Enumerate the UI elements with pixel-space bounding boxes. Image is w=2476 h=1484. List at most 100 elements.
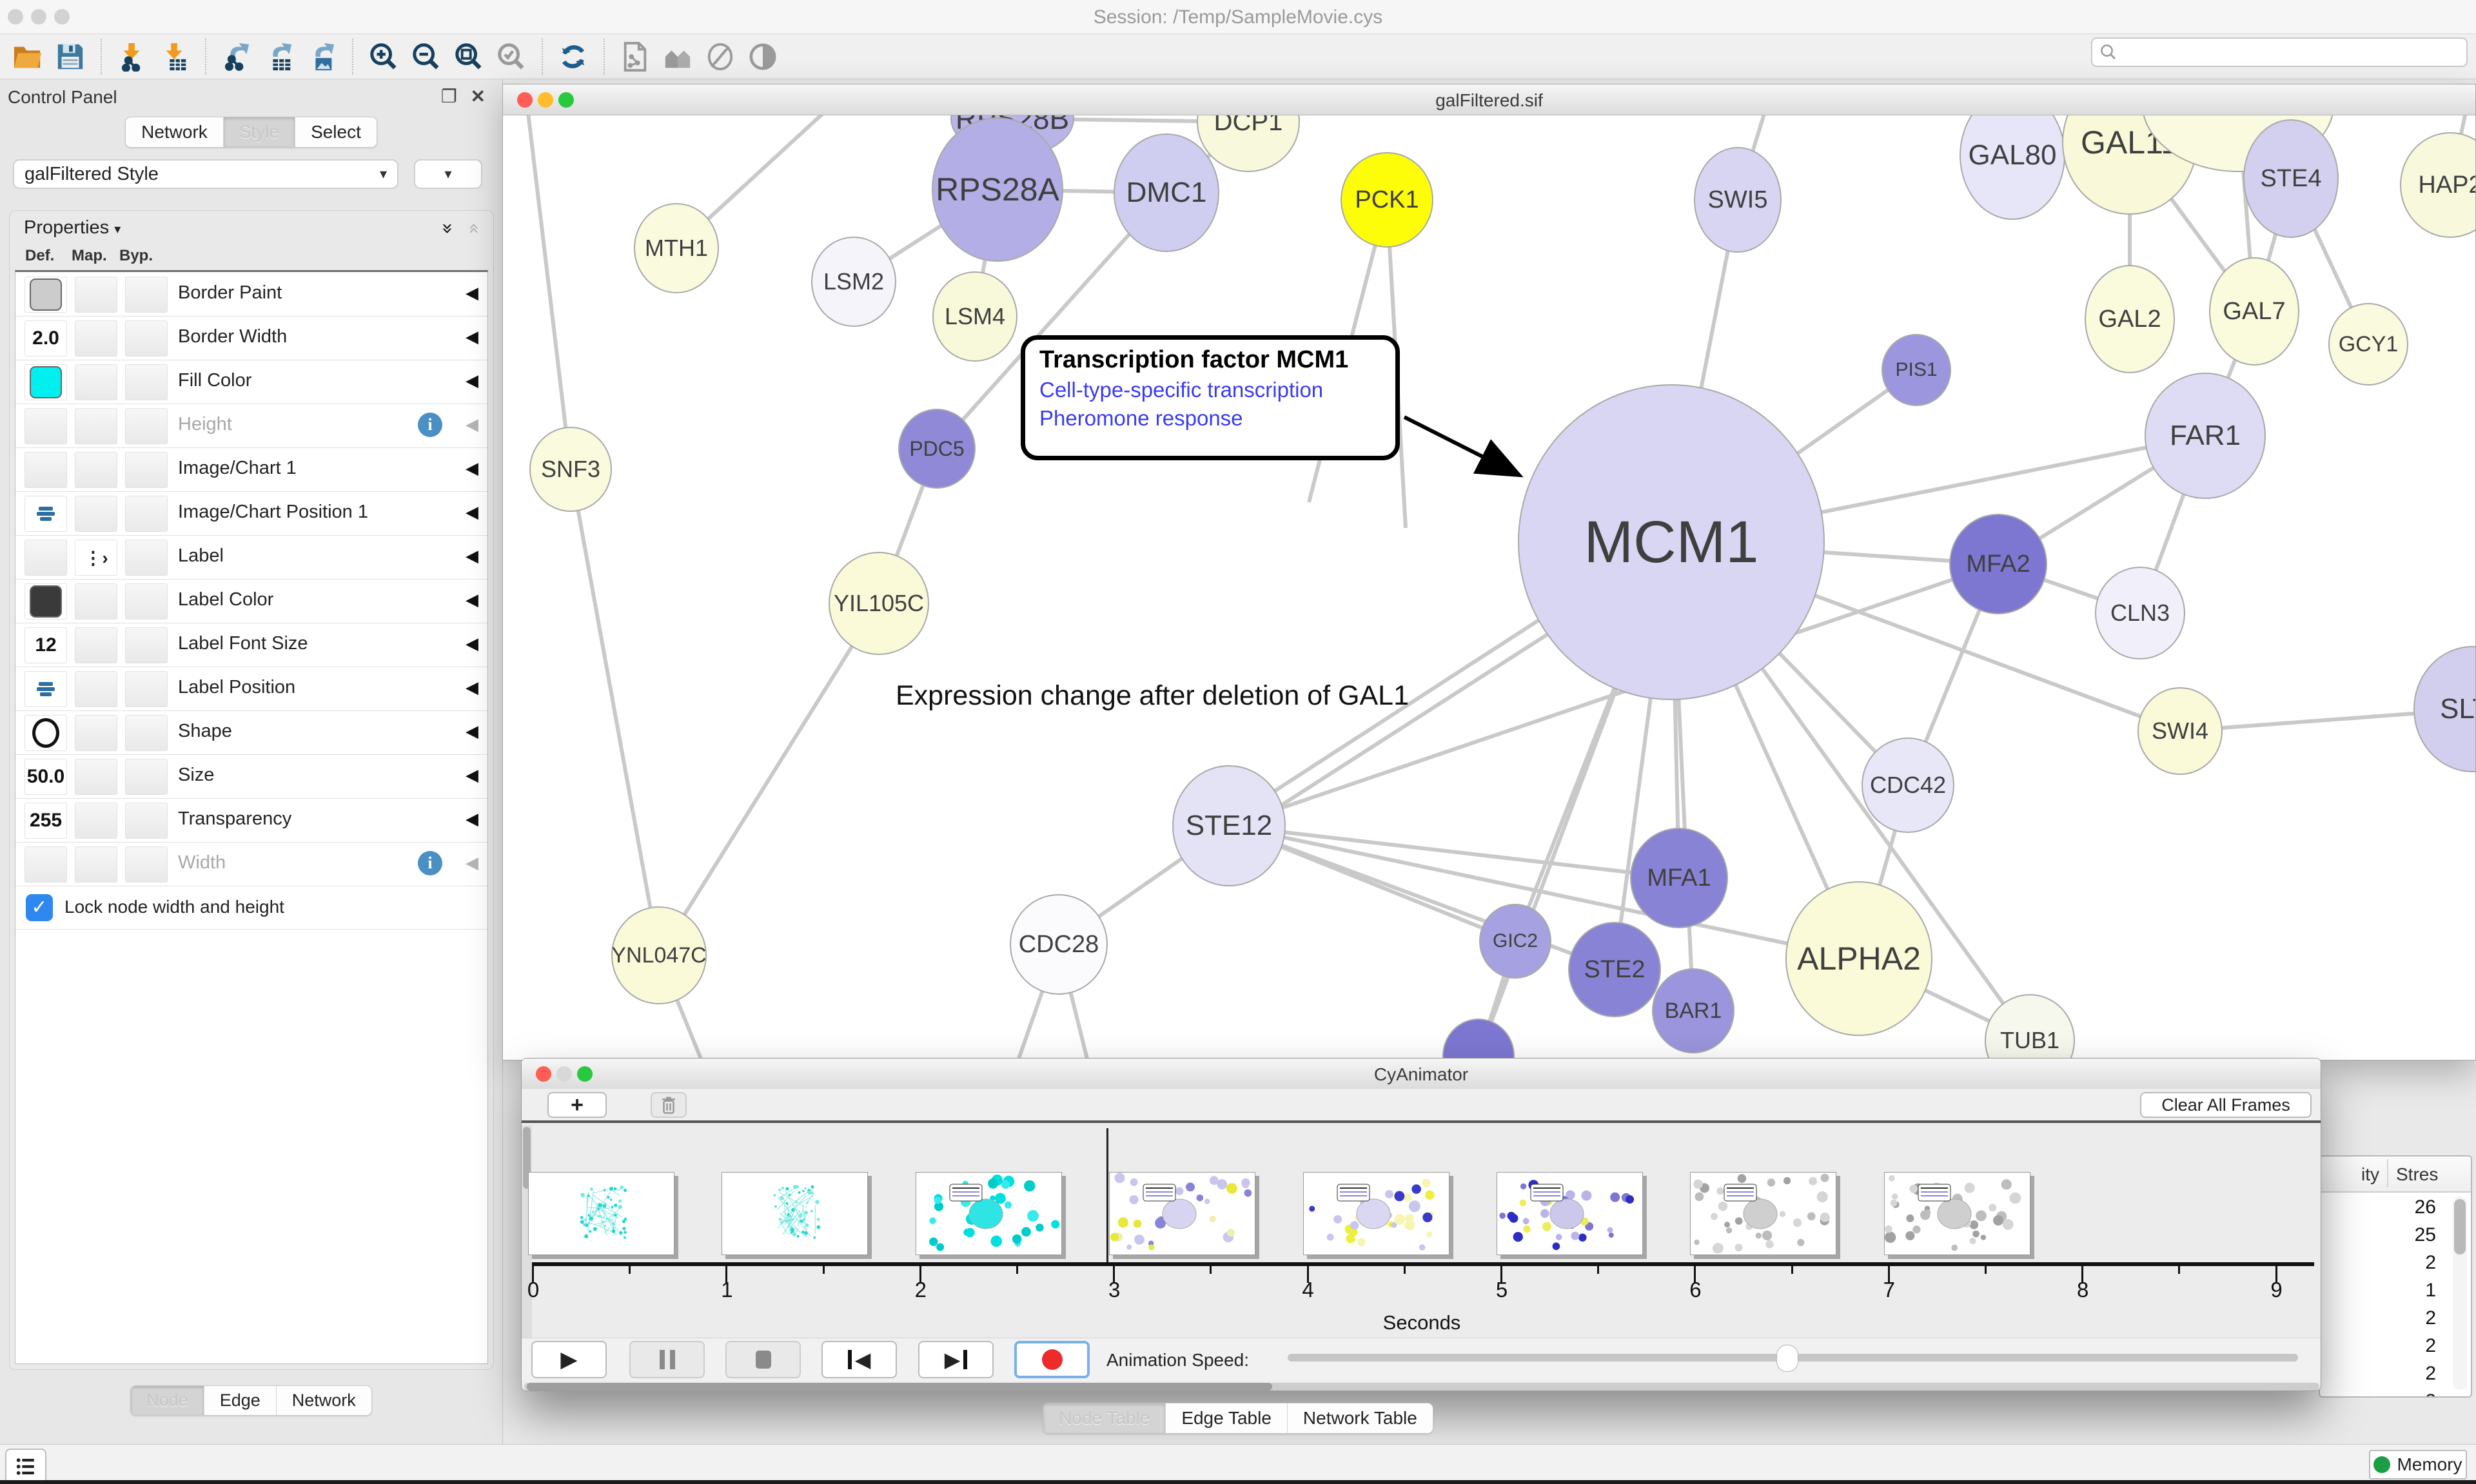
- network-node-pdc5[interactable]: PDC5: [898, 409, 976, 489]
- network-node-ste4[interactable]: STE4: [2243, 119, 2339, 238]
- network-node-ste2[interactable]: STE2: [1568, 922, 1661, 1017]
- table-row[interactable]: 25: [2320, 1224, 2436, 1252]
- skip-start-button[interactable]: ◀: [821, 1341, 897, 1378]
- network-node-swi4[interactable]: SWI4: [2137, 687, 2223, 775]
- network-node-lsm4[interactable]: LSM4: [932, 271, 1017, 362]
- table-row[interactable]: 2: [2320, 1335, 2436, 1363]
- expand-row-icon[interactable]: ◀: [466, 591, 478, 610]
- property-value-cell[interactable]: [25, 496, 67, 532]
- network-node-gcy1[interactable]: GCY1: [2328, 303, 2408, 386]
- property-value-cell[interactable]: 2.0: [25, 320, 67, 356]
- memory-button[interactable]: Memory: [2369, 1450, 2467, 1479]
- table-scrollbar-thumb[interactable]: [2454, 1199, 2466, 1255]
- table-row[interactable]: 2: [2320, 1363, 2436, 1391]
- network-canvas[interactable]: RPS28BDCP1RPS28ADMC1PCK1SWI5GAL80GAL11ST…: [503, 115, 2475, 1060]
- delete-frame-button[interactable]: [651, 1092, 687, 1118]
- network-node-far1[interactable]: FAR1: [2145, 373, 2266, 499]
- network-node-pis1[interactable]: PIS1: [1882, 334, 1951, 406]
- expand-row-icon[interactable]: ◀: [466, 854, 478, 873]
- network-node-ynl047c[interactable]: YNL047C: [611, 906, 707, 1004]
- network-node-yil105c[interactable]: YIL105C: [829, 552, 929, 655]
- tab-select[interactable]: Select: [295, 117, 377, 147]
- network-node-gic2[interactable]: GIC2: [1479, 904, 1551, 979]
- expand-row-icon[interactable]: ◀: [466, 284, 478, 303]
- frames-hscrollbar-thumb[interactable]: [527, 1383, 1272, 1391]
- network-node-hap2[interactable]: HAP2: [2400, 132, 2475, 238]
- network-node-tub1[interactable]: TUB1: [1985, 994, 2075, 1060]
- property-row[interactable]: Label Position◀: [15, 667, 487, 711]
- zoom-fit-icon[interactable]: [450, 38, 487, 75]
- property-row[interactable]: Label Color◀: [15, 579, 487, 623]
- expand-row-icon[interactable]: ◀: [466, 415, 478, 434]
- record-button[interactable]: [1014, 1341, 1090, 1378]
- network-node-dmc1[interactable]: DMC1: [1114, 133, 1219, 252]
- frame-thumbnail-5[interactable]: [1497, 1172, 1643, 1255]
- tab-edge-table[interactable]: Edge Table: [1166, 1403, 1288, 1433]
- add-frame-button[interactable]: +: [547, 1092, 607, 1118]
- network-node-gal80[interactable]: GAL80: [1960, 115, 2065, 220]
- zoom-selected-icon[interactable]: [493, 38, 530, 75]
- close-panel-icon[interactable]: ✕: [471, 86, 486, 107]
- network-node-swi5[interactable]: SWI5: [1694, 147, 1782, 253]
- save-icon[interactable]: [52, 38, 89, 75]
- export-table-icon[interactable]: [260, 38, 298, 75]
- property-value-cell[interactable]: [25, 583, 67, 620]
- table-row[interactable]: 26: [2320, 1196, 2436, 1224]
- hide-icon[interactable]: [702, 38, 739, 75]
- expand-row-icon[interactable]: ◀: [466, 503, 478, 522]
- search-input[interactable]: [2091, 37, 2468, 67]
- playhead[interactable]: [1106, 1128, 1108, 1264]
- expand-row-icon[interactable]: ◀: [466, 766, 478, 785]
- property-row[interactable]: Widthi◀: [15, 842, 487, 886]
- play-button[interactable]: ▶: [531, 1341, 607, 1378]
- property-value-cell[interactable]: [25, 715, 67, 751]
- expand-row-icon[interactable]: ◀: [466, 722, 478, 741]
- lock-size-checkbox[interactable]: ✓: [26, 894, 53, 921]
- property-value-cell[interactable]: ⋮›: [75, 540, 117, 576]
- property-row[interactable]: Border Paint◀: [15, 272, 487, 317]
- zoom-out-icon[interactable]: [408, 38, 445, 75]
- properties-header[interactable]: Properties ▾: [24, 217, 121, 239]
- property-value-cell[interactable]: 12: [25, 627, 67, 663]
- property-row[interactable]: Image/Chart Position 1◀: [15, 491, 487, 536]
- network-window-titlebar[interactable]: galFiltered.sif: [503, 84, 2475, 115]
- column-header-stress[interactable]: Stres: [2396, 1164, 2438, 1185]
- import-network-icon[interactable]: [113, 38, 151, 75]
- network-node-ste12[interactable]: STE12: [1172, 765, 1286, 886]
- expand-row-icon[interactable]: ◀: [466, 634, 478, 654]
- cyanimator-titlebar[interactable]: CyAnimator: [522, 1059, 2321, 1089]
- network-annotation-box[interactable]: Transcription factor MCM1 Cell-type-spec…: [1021, 335, 1400, 460]
- clear-all-frames-button[interactable]: Clear All Frames: [2140, 1092, 2312, 1118]
- tab-style[interactable]: Style: [224, 117, 295, 147]
- network-node-cln3[interactable]: CLN3: [2095, 567, 2185, 659]
- frame-thumbnail-2[interactable]: [916, 1172, 1062, 1255]
- automation-panel-button[interactable]: [5, 1449, 46, 1484]
- network-node-snf3[interactable]: SNF3: [529, 427, 612, 512]
- frame-thumbnail-6[interactable]: [1690, 1172, 1836, 1255]
- expand-row-icon[interactable]: ◀: [466, 371, 478, 391]
- frame-thumbnail-3[interactable]: [1109, 1172, 1255, 1255]
- open-file-icon[interactable]: [9, 38, 46, 75]
- expand-row-icon[interactable]: ◀: [466, 459, 478, 478]
- frame-thumbnail-0[interactable]: [528, 1172, 674, 1255]
- stop-button[interactable]: [725, 1341, 801, 1378]
- table-row[interactable]: 2: [2320, 1307, 2436, 1335]
- network-node-rps28a[interactable]: RPS28A: [932, 117, 1063, 262]
- network-node-mfa1[interactable]: MFA1: [1630, 828, 1728, 928]
- property-row[interactable]: Heighti◀: [15, 404, 487, 448]
- expand-row-icon[interactable]: ◀: [466, 327, 478, 347]
- pause-button[interactable]: [629, 1341, 705, 1378]
- network-node-cdc28[interactable]: CDC28: [1010, 894, 1108, 995]
- expand-row-icon[interactable]: ◀: [466, 678, 478, 698]
- network-node-lsm2[interactable]: LSM2: [811, 237, 896, 327]
- property-row[interactable]: Shape◀: [15, 710, 487, 755]
- table-row[interactable]: 1: [2320, 1280, 2436, 1307]
- contrast-icon[interactable]: [744, 38, 781, 75]
- float-panel-icon[interactable]: ❐: [441, 86, 457, 107]
- property-row[interactable]: ⋮›Label◀: [15, 535, 487, 580]
- style-selector[interactable]: galFiltered Style ▾: [13, 159, 398, 189]
- column-divider[interactable]: [2387, 1159, 2388, 1187]
- tab-network[interactable]: Network: [126, 117, 224, 147]
- network-node-mth1[interactable]: MTH1: [634, 203, 719, 293]
- network-node-alpha2[interactable]: ALPHA2: [1785, 881, 1932, 1036]
